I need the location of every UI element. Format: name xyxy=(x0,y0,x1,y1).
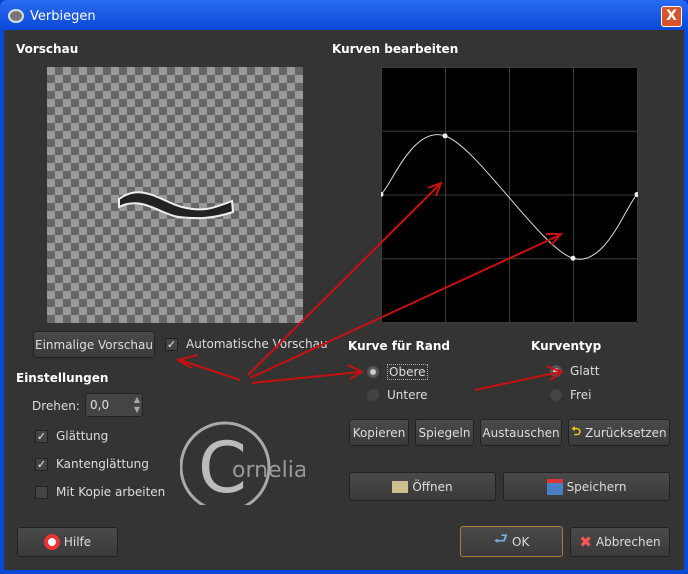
window-title: Verbiegen xyxy=(30,8,96,24)
rotate-label: Drehen: xyxy=(32,399,80,413)
help-button[interactable]: Hilfe xyxy=(17,527,118,557)
svg-text:ornelia: ornelia xyxy=(232,458,305,483)
auto-preview-checkbox[interactable]: ✓ Automatische Vorschau xyxy=(165,337,328,351)
folder-icon xyxy=(392,480,409,493)
radio-glatt[interactable]: Glatt xyxy=(550,364,599,378)
open-button[interactable]: Öffnen xyxy=(349,472,496,501)
gimp-icon xyxy=(8,9,24,23)
radio-icon xyxy=(550,365,562,377)
curve-point[interactable] xyxy=(570,255,576,261)
cancel-x-icon: ✖ xyxy=(579,533,592,551)
ok-label: OK xyxy=(512,534,530,549)
floppy-icon xyxy=(546,478,563,495)
curvetype-heading: Kurventyp xyxy=(531,339,602,353)
copy-button[interactable]: Kopieren xyxy=(349,419,409,446)
rotate-value: 0,0 xyxy=(90,398,110,412)
preview-heading: Vorschau xyxy=(16,42,79,56)
help-label: Hilfe xyxy=(63,535,92,549)
radio-icon xyxy=(367,366,379,378)
radio-icon xyxy=(550,389,562,401)
curve-point[interactable] xyxy=(442,133,448,139)
radio-icon xyxy=(367,389,379,401)
cancel-button[interactable]: ✖ Abbrechen xyxy=(570,527,670,557)
film-strip-preview xyxy=(118,191,235,220)
border-heading: Kurve für Rand xyxy=(348,339,451,353)
checkbox-icon: ✓ xyxy=(35,429,48,443)
close-button[interactable]: X xyxy=(661,6,682,27)
ok-button[interactable]: ⮐ OK xyxy=(460,526,563,557)
radio-frei[interactable]: Frei xyxy=(550,388,591,402)
radio-untere-label: Untere xyxy=(387,388,428,402)
cancel-label: Abbrechen xyxy=(595,535,661,549)
radio-glatt-label: Glatt xyxy=(570,364,600,378)
cornelia-watermark-logo: C ornelia xyxy=(180,421,305,505)
enter-icon: ⮐ xyxy=(493,529,509,548)
open-label: Öffnen xyxy=(412,479,453,494)
save-label: Speichern xyxy=(566,479,627,494)
reset-label: Zurücksetzen xyxy=(585,425,667,440)
reset-icon: ⮌ xyxy=(571,424,582,438)
antialias-checkbox[interactable]: ✓ Kantenglättung xyxy=(35,457,149,471)
swap-button[interactable]: Austauschen xyxy=(480,419,562,446)
settings-heading: Einstellungen xyxy=(16,371,109,385)
radio-obere[interactable]: Obere xyxy=(367,364,428,380)
reset-button[interactable]: ⮌ Zurücksetzen xyxy=(568,419,670,446)
einmalige-vorschau-button[interactable]: Einmalige Vorschau xyxy=(33,331,155,358)
smoothing-checkbox[interactable]: ✓ Glättung xyxy=(35,429,108,443)
work-on-copy-label: Mit Kopie arbeiten xyxy=(56,485,166,499)
preview-canvas xyxy=(47,67,303,323)
rotate-spinbox[interactable]: 0,0 ▲ ▼ xyxy=(85,393,143,417)
checkbox-icon: ✓ xyxy=(165,337,178,351)
lifebuoy-icon xyxy=(43,534,60,550)
curves-heading: Kurven bearbeiten xyxy=(332,42,459,56)
curve-editor[interactable] xyxy=(381,67,638,323)
work-on-copy-checkbox[interactable]: Mit Kopie arbeiten xyxy=(35,485,165,499)
smoothing-label: Glättung xyxy=(56,429,109,443)
auto-preview-label: Automatische Vorschau xyxy=(186,337,328,351)
spin-arrows-icon[interactable]: ▲ ▼ xyxy=(134,395,140,415)
title-bar: Verbiegen X xyxy=(0,0,688,32)
checkbox-icon xyxy=(35,485,48,499)
mirror-button[interactable]: Spiegeln xyxy=(415,419,474,446)
radio-frei-label: Frei xyxy=(570,388,592,402)
save-button[interactable]: Speichern xyxy=(503,472,670,501)
checkbox-icon: ✓ xyxy=(35,457,48,471)
antialias-label: Kantenglättung xyxy=(56,457,149,471)
radio-untere[interactable]: Untere xyxy=(367,388,428,402)
radio-obere-label: Obere xyxy=(387,364,428,380)
